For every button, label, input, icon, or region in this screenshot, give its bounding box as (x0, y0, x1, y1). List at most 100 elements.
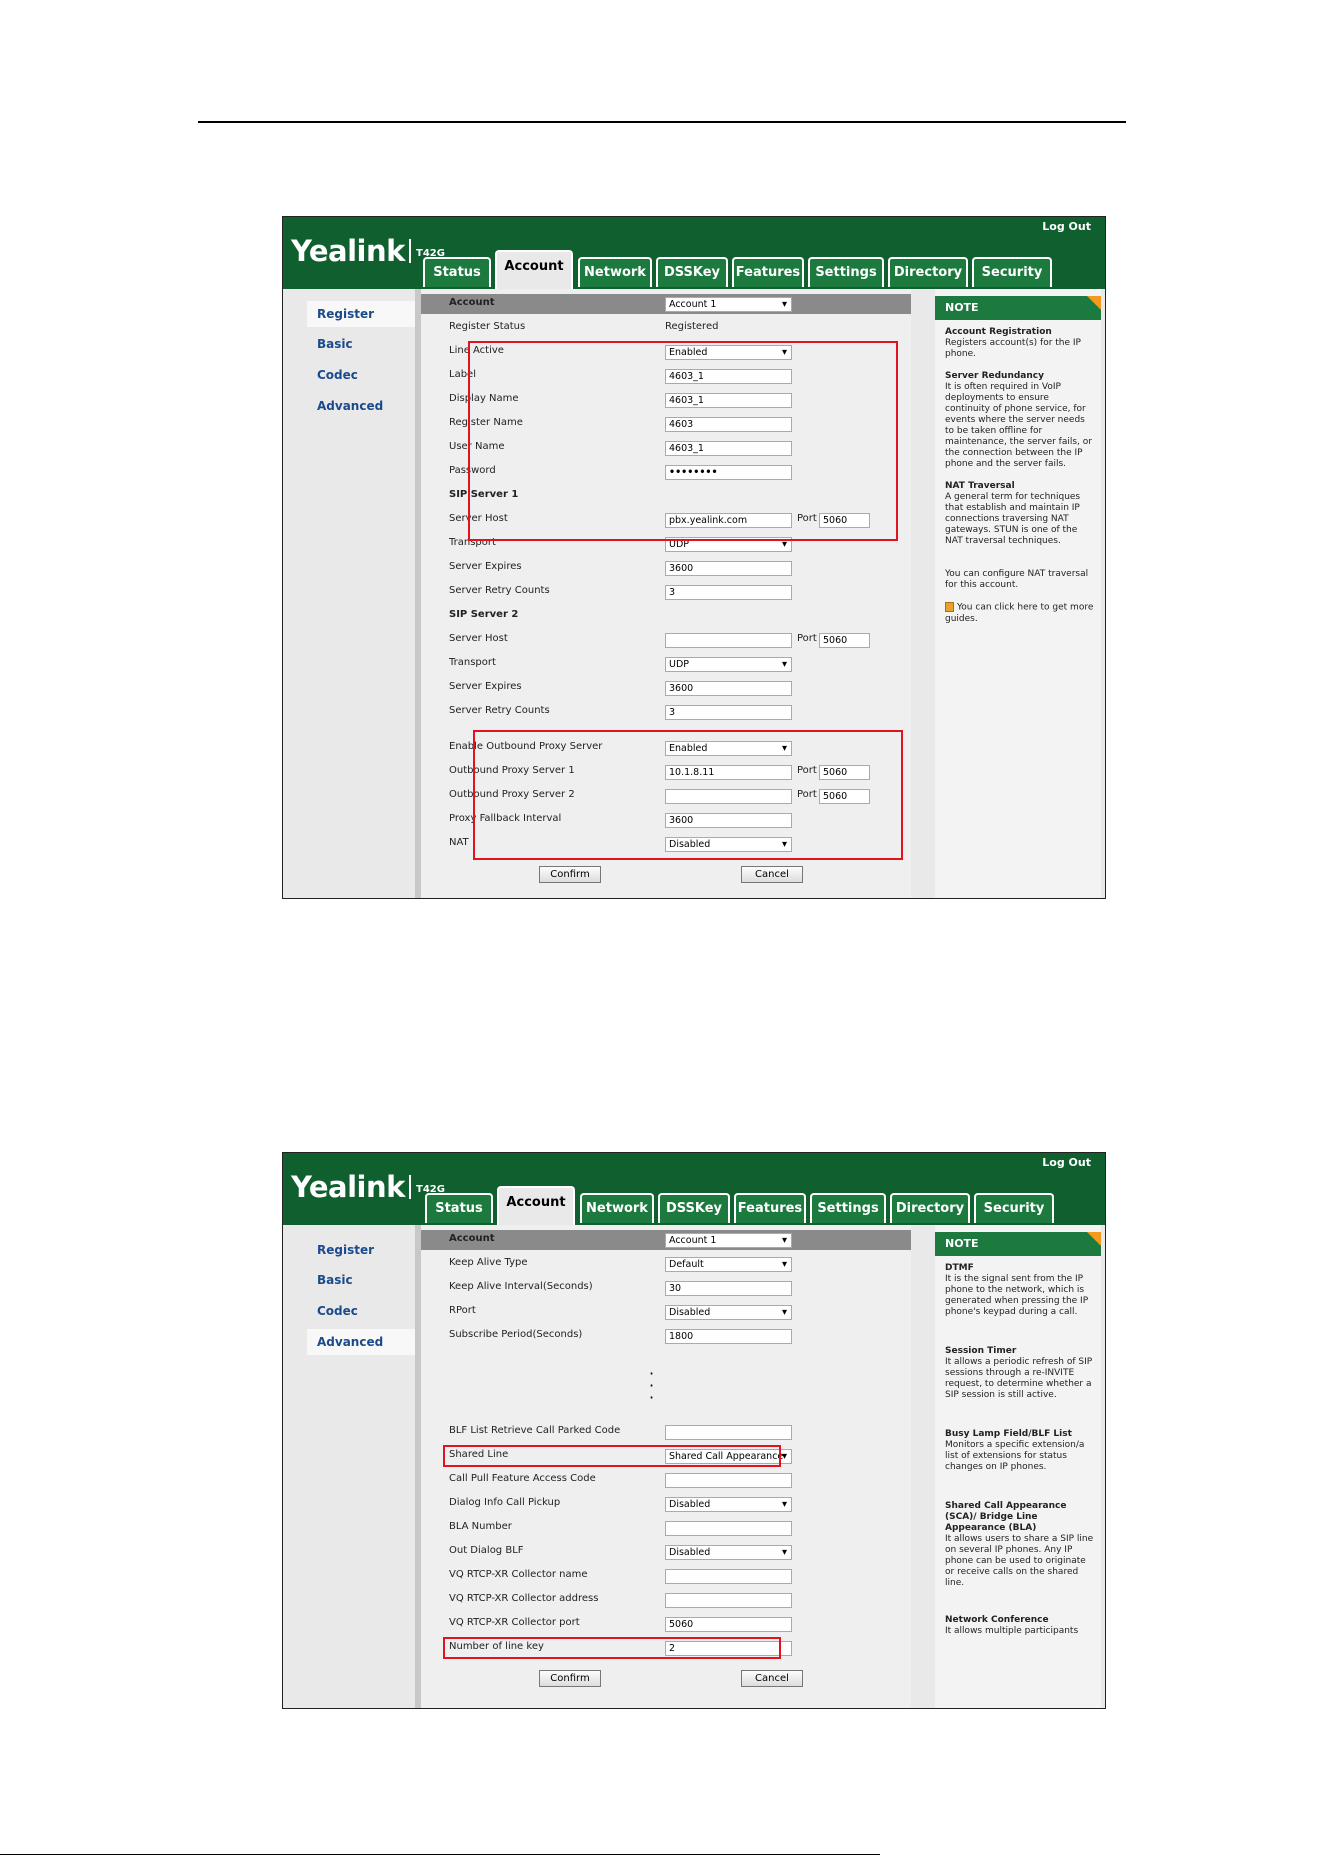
account-label: Account (449, 297, 495, 308)
vq-name-label: VQ RTCP-XR Collector name (449, 1569, 588, 1580)
tab-security-2[interactable]: Security (974, 1193, 1054, 1223)
nav-advanced[interactable]: Advanced (307, 393, 415, 419)
keep-alive-type-label: Keep Alive Type (449, 1257, 528, 1268)
cancel-button-2[interactable]: Cancel (741, 1670, 803, 1687)
left-nav: Register Basic Codec Advanced (295, 301, 415, 891)
server-retry-input[interactable]: 3 (665, 585, 792, 600)
nav-register-2[interactable]: Register (307, 1237, 415, 1263)
nav-register[interactable]: Register (307, 301, 415, 327)
server-expires-input[interactable]: 3600 (665, 561, 792, 576)
account-select-2[interactable]: Account 1 (665, 1233, 792, 1248)
vq-address-input[interactable] (665, 1593, 792, 1608)
note-title-nat: NAT Traversal (945, 481, 1015, 491)
tab-dsskey-2[interactable]: DSSKey (658, 1193, 730, 1223)
guide-book-icon (945, 602, 954, 612)
server-expires2-label: Server Expires (449, 681, 522, 692)
tab-network-2[interactable]: Network (580, 1193, 654, 1223)
server-expires-label: Server Expires (449, 561, 522, 572)
confirm-button[interactable]: Confirm (539, 866, 601, 883)
note-title-session-timer: Session Timer (945, 1346, 1017, 1356)
tab-security[interactable]: Security (972, 257, 1052, 287)
note-text-conference: It allows multiple participants (945, 1626, 1079, 1636)
call-pull-label: Call Pull Feature Access Code (449, 1473, 596, 1484)
logout-link[interactable]: Log Out (1042, 220, 1091, 233)
note-body-2: DTMF It is the signal sent from the IP p… (945, 1263, 1095, 1648)
tab-account-2[interactable]: Account (497, 1186, 575, 1225)
nav-codec-2[interactable]: Codec (307, 1298, 415, 1324)
note-text-blf: Monitors a specific extension/a list of … (945, 1440, 1085, 1472)
dialog-pickup-select[interactable]: Disabled (665, 1497, 792, 1512)
account-select[interactable]: Account 1 (665, 297, 792, 312)
note-corner-icon-2 (1087, 1232, 1101, 1246)
server-host2-input[interactable] (665, 633, 792, 648)
server-expires2-input[interactable]: 3600 (665, 681, 792, 696)
note-guides-link[interactable]: You can click here to get more guides. (945, 602, 1095, 625)
nav-advanced-2[interactable]: Advanced (307, 1329, 415, 1355)
logo-separator (409, 239, 411, 263)
advanced-page-screenshot: Yealink T42G Log Out Status Account Netw… (282, 1152, 1106, 1709)
bla-number-input[interactable] (665, 1521, 792, 1536)
blf-parked-input[interactable] (665, 1425, 792, 1440)
note-body: Account Registration Registers account(s… (945, 327, 1095, 636)
note-guides-text: You can click here to get more guides. (945, 602, 1094, 624)
dialog-pickup-label: Dialog Info Call Pickup (449, 1497, 561, 1508)
highlight-box-shared-line (443, 1445, 781, 1467)
highlight-box-register-fields (468, 341, 898, 541)
note-title-blf: Busy Lamp Field/BLF List (945, 1429, 1072, 1439)
confirm-button-2[interactable]: Confirm (539, 1670, 601, 1687)
tab-dsskey[interactable]: DSSKey (656, 257, 728, 287)
tab-account[interactable]: Account (495, 250, 573, 289)
tab-status-2[interactable]: Status (425, 1193, 493, 1223)
top-banner-2: Yealink T42G Log Out Status Account Netw… (283, 1153, 1105, 1225)
note-title-redundancy: Server Redundancy (945, 371, 1044, 381)
account-label-2: Account (449, 1233, 495, 1244)
nav-basic[interactable]: Basic (307, 331, 415, 357)
nav-basic-2[interactable]: Basic (307, 1267, 415, 1293)
keep-alive-interval-label: Keep Alive Interval(Seconds) (449, 1281, 593, 1292)
tab-settings-2[interactable]: Settings (810, 1193, 886, 1223)
call-pull-input[interactable] (665, 1473, 792, 1488)
note-title-registration: Account Registration (945, 327, 1052, 337)
keep-alive-type-select[interactable]: Default (665, 1257, 792, 1272)
out-dialog-blf-select[interactable]: Disabled (665, 1545, 792, 1560)
highlight-box-proxy-fields (473, 730, 903, 860)
keep-alive-interval-input[interactable]: 30 (665, 1281, 792, 1296)
tab-features[interactable]: Features (732, 257, 804, 287)
register-status-label: Register Status (449, 321, 526, 332)
transport2-select[interactable]: UDP (665, 657, 792, 672)
tab-settings[interactable]: Settings (808, 257, 884, 287)
transport2-label: Transport (449, 657, 496, 668)
tab-status[interactable]: Status (423, 257, 491, 287)
vq-port-input[interactable]: 5060 (665, 1617, 792, 1632)
out-dialog-blf-label: Out Dialog BLF (449, 1545, 524, 1556)
note-title-conference: Network Conference (945, 1615, 1049, 1625)
vq-name-input[interactable] (665, 1569, 792, 1584)
nav-codec[interactable]: Codec (307, 362, 415, 388)
server-host2-label: Server Host (449, 633, 508, 644)
left-nav-2: Register Basic Codec Advanced (295, 1237, 415, 1708)
tab-network[interactable]: Network (578, 257, 652, 287)
subscribe-period-input[interactable]: 1800 (665, 1329, 792, 1344)
note-title-sca: Shared Call Appearance (SCA)/ Bridge Lin… (945, 1501, 1067, 1533)
note-panel-2: NOTE DTMF It is the signal sent from the… (935, 1225, 1101, 1708)
vq-port-label: VQ RTCP-XR Collector port (449, 1617, 580, 1628)
register-page-screenshot: Yealink T42G Log Out Status Account Netw… (282, 216, 1106, 899)
tab-features-2[interactable]: Features (734, 1193, 806, 1223)
server-retry2-input[interactable]: 3 (665, 705, 792, 720)
rport-select[interactable]: Disabled (665, 1305, 792, 1320)
logout-link-2[interactable]: Log Out (1042, 1156, 1091, 1169)
sip-server2-heading: SIP Server 2 (449, 609, 519, 620)
page-header-rule (198, 121, 1126, 123)
blf-parked-label: BLF List Retrieve Call Parked Code (449, 1425, 621, 1436)
yealink-logo: Yealink (291, 234, 405, 268)
note-title-dtmf: DTMF (945, 1263, 974, 1273)
omitted-rows-ellipsis: · · · (649, 1364, 655, 1407)
vq-address-label: VQ RTCP-XR Collector address (449, 1593, 599, 1604)
cancel-button[interactable]: Cancel (741, 866, 803, 883)
tab-directory[interactable]: Directory (888, 257, 968, 287)
server-port2-input[interactable]: 5060 (819, 633, 870, 648)
note-header: NOTE (935, 296, 1101, 320)
tab-directory-2[interactable]: Directory (890, 1193, 970, 1223)
server-retry-label: Server Retry Counts (449, 585, 550, 596)
note-text-dtmf: It is the signal sent from the IP phone … (945, 1274, 1089, 1317)
